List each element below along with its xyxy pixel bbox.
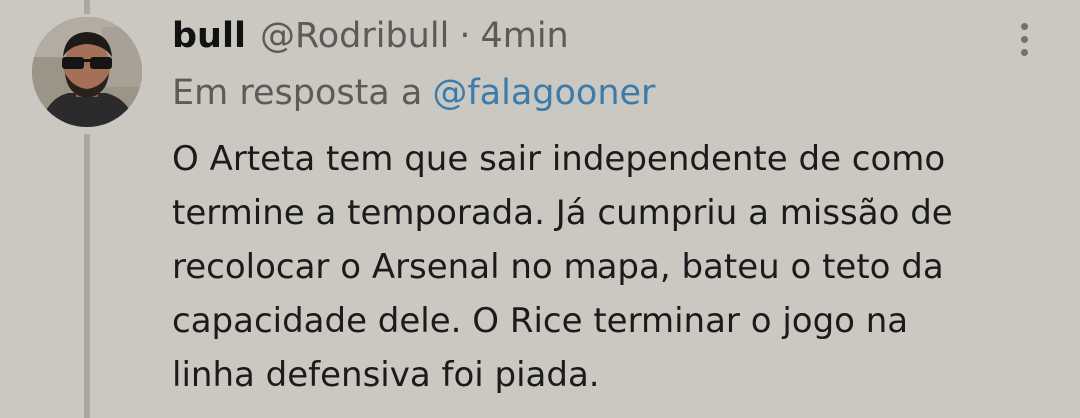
- user-handle[interactable]: @Rodribull: [260, 16, 449, 56]
- avatar[interactable]: [32, 17, 142, 127]
- reply-context: Em resposta a @falagooner: [172, 68, 655, 118]
- thread-line-bottom: [84, 134, 90, 418]
- tweet-text: O Arteta tem que sair independente de co…: [172, 132, 1062, 402]
- display-name[interactable]: bull: [172, 16, 246, 56]
- tweet-timestamp[interactable]: 4min: [480, 16, 568, 56]
- tweet-text-line: linha defensiva foi piada.: [172, 355, 600, 395]
- header-separator: ·: [459, 16, 471, 56]
- tweet-header: bull @Rodribull · 4min: [172, 10, 569, 62]
- reply-prefix: Em resposta a: [172, 73, 423, 113]
- tweet-text-line: termine a temporada. Já cumpriu a missão…: [172, 193, 953, 233]
- tweet-text-line: capacidade dele. O Rice terminar o jogo …: [172, 301, 909, 341]
- more-vertical-icon: [1020, 35, 1028, 43]
- more-options-button[interactable]: [1008, 16, 1040, 62]
- more-vertical-icon: [1020, 48, 1028, 56]
- tweet-text-line: recolocar o Arsenal no mapa, bateu o tet…: [172, 247, 944, 287]
- more-vertical-icon: [1020, 22, 1028, 30]
- thread-line-top: [84, 0, 90, 14]
- tweet-text-line: O Arteta tem que sair independente de co…: [172, 139, 946, 179]
- avatar-photo: [32, 17, 142, 127]
- reply-mention-link[interactable]: @falagooner: [432, 73, 655, 113]
